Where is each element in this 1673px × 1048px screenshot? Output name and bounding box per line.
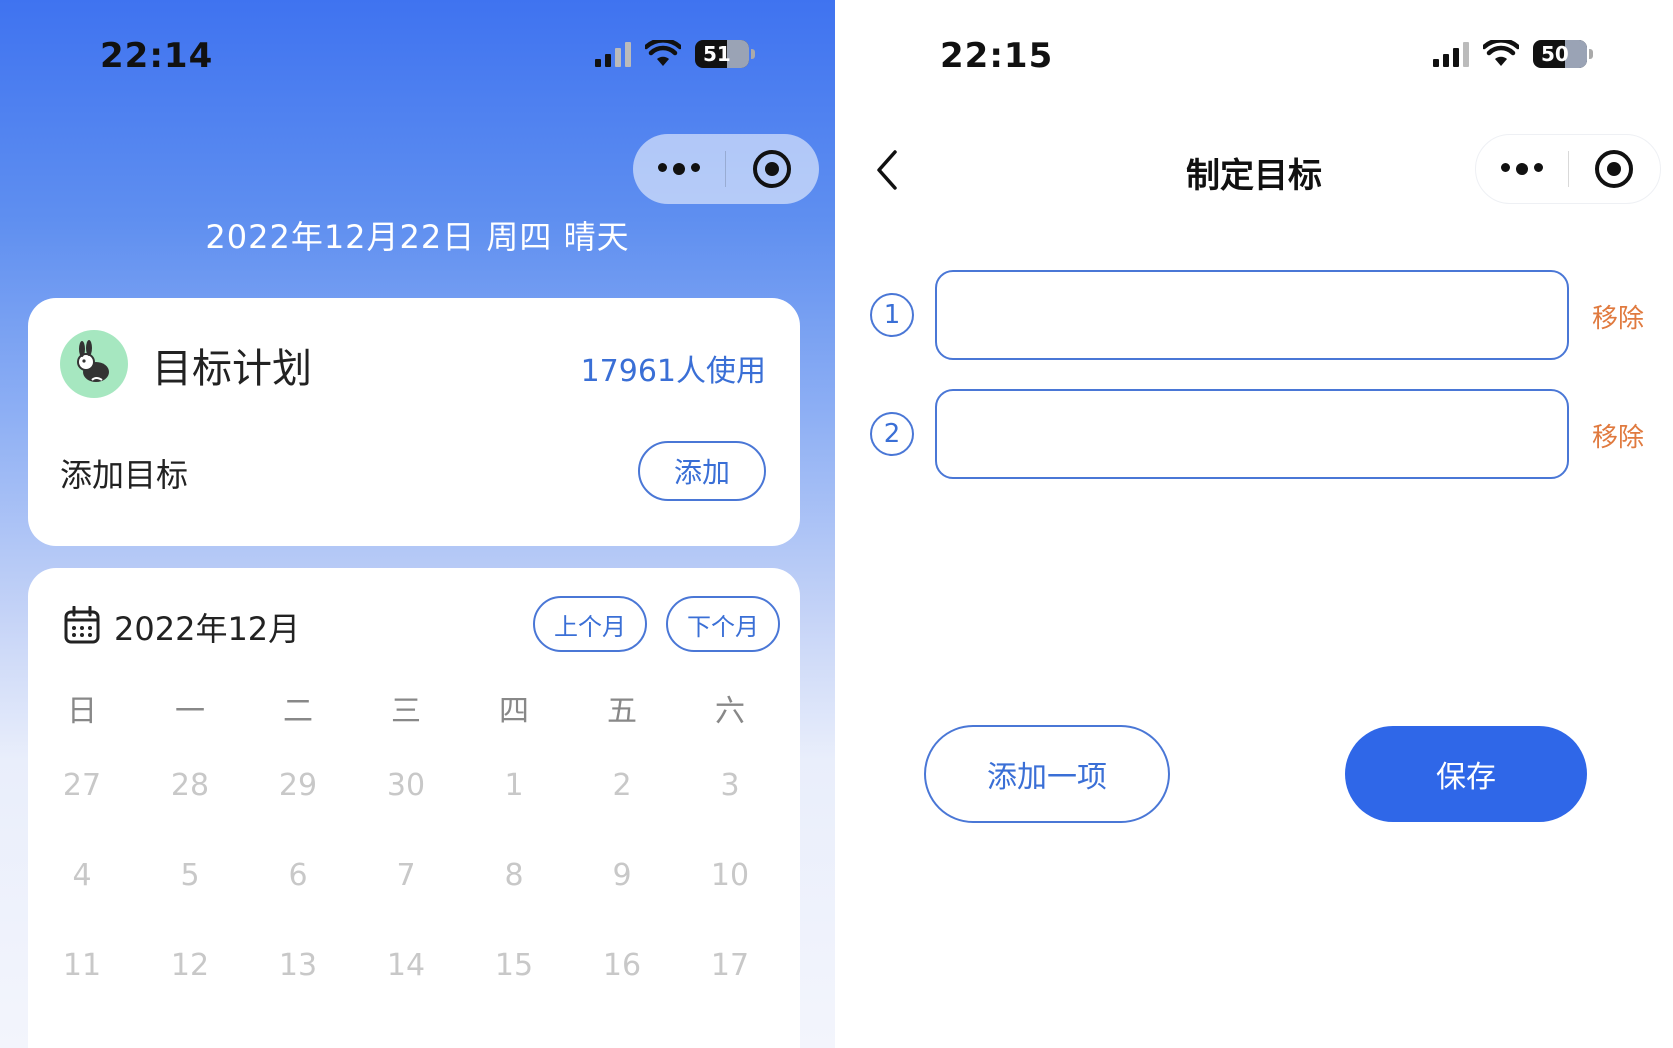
add-goal-label: 添加目标	[60, 456, 189, 494]
weekday-label: 二	[283, 694, 313, 729]
weekday-label: 五	[607, 694, 637, 729]
remove-goal-button[interactable]: 移除	[1592, 298, 1644, 335]
target-circle-icon[interactable]	[1569, 150, 1661, 188]
calendar-day[interactable]: 10	[676, 858, 784, 893]
goal-number-badge: 2	[870, 412, 914, 456]
save-button[interactable]: 保存	[1345, 726, 1587, 822]
calendar-day[interactable]: 2	[568, 768, 676, 803]
calendar-week-row: 11 12 13 14 15 16 17	[28, 948, 800, 983]
weekday-label: 一	[175, 694, 205, 729]
calendar-week-row: 4 5 6 7 8 9 10	[28, 858, 800, 893]
calendar-day[interactable]: 16	[568, 948, 676, 983]
status-time: 22:15	[940, 36, 1054, 76]
rabbit-icon	[60, 330, 128, 398]
miniprogram-capsule	[1475, 134, 1661, 204]
plan-title: 目标计划	[152, 346, 312, 392]
calendar-week-row: 27 28 29 30 1 2 3	[28, 768, 800, 803]
calendar-day[interactable]: 11	[28, 948, 136, 983]
calendar-day[interactable]: 28	[136, 768, 244, 803]
user-count: 17961人使用	[580, 354, 766, 389]
weekday-label: 三	[391, 694, 421, 729]
calendar-day[interactable]: 29	[244, 768, 352, 803]
set-goal-screen: 22:15 50 制定目标 1 移除 2 移除 添加一项 保存	[835, 0, 1673, 1048]
goal-input[interactable]	[935, 389, 1569, 479]
status-time: 22:14	[100, 36, 214, 76]
more-dots-icon[interactable]	[1476, 163, 1568, 175]
battery-icon: 50	[1533, 40, 1593, 68]
calendar-day[interactable]: 3	[676, 768, 784, 803]
prev-month-button[interactable]: 上个月	[533, 596, 647, 652]
goal-input[interactable]	[935, 270, 1569, 360]
weekday-label: 六	[715, 694, 745, 729]
calendar-icon	[64, 606, 100, 644]
calendar-day[interactable]: 7	[352, 858, 460, 893]
signal-icon	[1433, 41, 1469, 67]
calendar-day[interactable]: 1	[460, 768, 568, 803]
goal-item-row: 1 移除	[835, 270, 1673, 362]
date-weather: 2022年12月22日 周四 晴天	[205, 218, 630, 256]
target-circle-icon[interactable]	[726, 150, 818, 188]
calendar-day[interactable]: 8	[460, 858, 568, 893]
calendar-day[interactable]: 15	[460, 948, 568, 983]
more-dots-icon[interactable]	[633, 163, 725, 175]
weekday-header: 日 一 二 三 四 五 六	[28, 686, 800, 730]
signal-icon	[595, 41, 631, 67]
calendar-month: 2022年12月	[114, 610, 301, 648]
wifi-icon	[1483, 40, 1519, 66]
add-item-button[interactable]: 添加一项	[924, 725, 1170, 823]
calendar-card: 2022年12月 上个月 下个月 日 一 二 三 四 五 六 27 28 29 …	[28, 568, 800, 1048]
home-screen: 22:14 51 2022年12月22日 周四 晴天 目标计划 17961人使用…	[0, 0, 835, 1048]
goal-number-badge: 1	[870, 293, 914, 337]
remove-goal-button[interactable]: 移除	[1592, 417, 1644, 454]
status-bar-icons: 51	[595, 40, 755, 68]
calendar-day[interactable]: 4	[28, 858, 136, 893]
plan-card: 目标计划 17961人使用 添加目标 添加	[28, 298, 800, 546]
next-month-button[interactable]: 下个月	[666, 596, 780, 652]
add-goal-button[interactable]: 添加	[638, 441, 766, 501]
calendar-day[interactable]: 9	[568, 858, 676, 893]
battery-level: 51	[703, 42, 731, 66]
miniprogram-capsule	[633, 134, 819, 204]
calendar-day[interactable]: 6	[244, 858, 352, 893]
calendar-day[interactable]: 12	[136, 948, 244, 983]
calendar-day[interactable]: 17	[676, 948, 784, 983]
goal-item-row: 2 移除	[835, 389, 1673, 481]
wifi-icon	[645, 40, 681, 66]
calendar-day[interactable]: 27	[28, 768, 136, 803]
weekday-label: 四	[499, 694, 529, 729]
weekday-label: 日	[67, 694, 97, 729]
calendar-day[interactable]: 30	[352, 768, 460, 803]
battery-icon: 51	[695, 40, 755, 68]
calendar-day[interactable]: 13	[244, 948, 352, 983]
status-bar-icons: 50	[1433, 40, 1593, 68]
calendar-day[interactable]: 5	[136, 858, 244, 893]
battery-level: 50	[1541, 42, 1569, 66]
calendar-day[interactable]: 14	[352, 948, 460, 983]
